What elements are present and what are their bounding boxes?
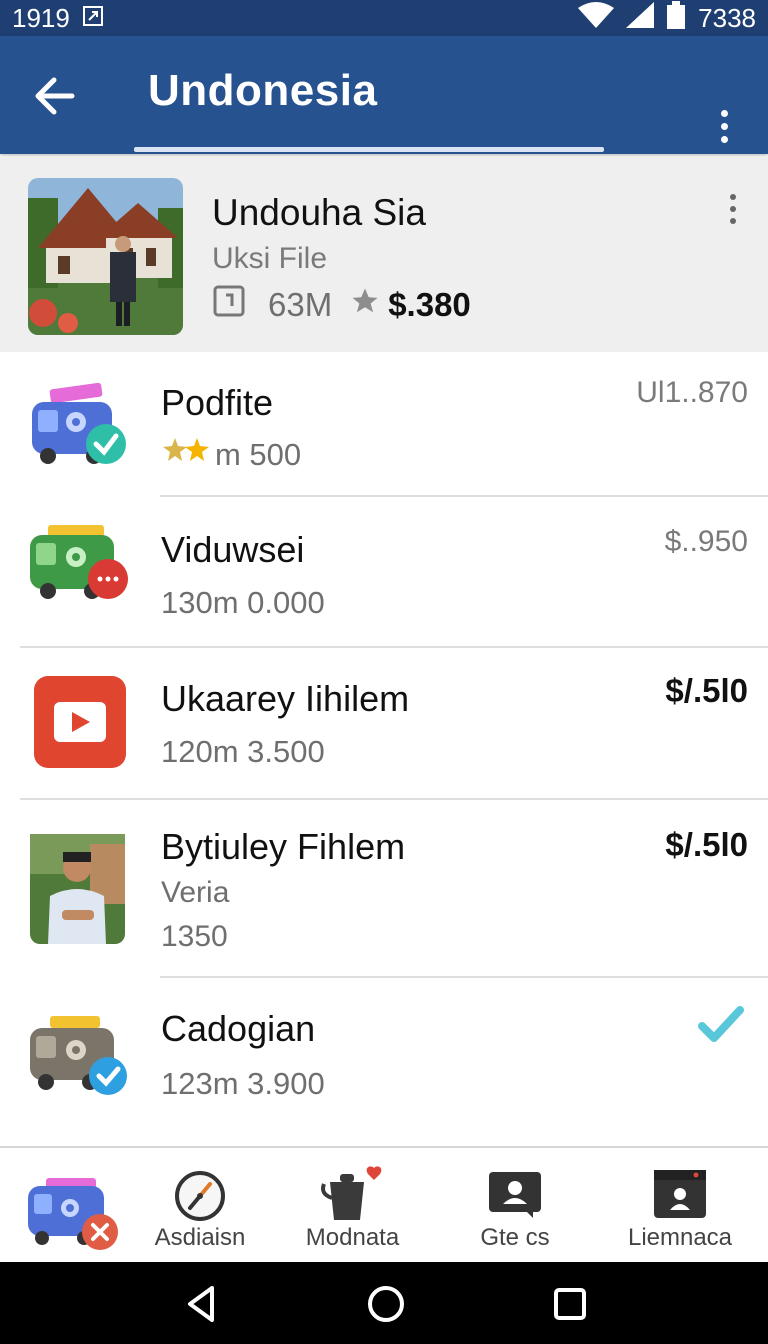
item-price: $/.5l0 [665,672,748,709]
bottom-nav: Asdiaisn Modnata Gte cs Liemnaca [0,1146,768,1262]
item-title: Bytiuley Fihlem [161,826,406,867]
square-recents-icon [554,1288,586,1320]
item-sub: 123m 3.900 [161,1066,325,1101]
featured-item[interactable]: Undouha Sia Uksi File 63M $.380 [0,156,768,352]
nav-label: Modnata [305,1224,400,1251]
item-sub: 120m 3.500 [161,734,325,769]
battery-text: 7338 [698,2,756,33]
list-item[interactable]: Bytiuley Fihlem Veria 1350 $/.5l0 [0,800,768,978]
list-item[interactable]: Cadogian 123m 3.900 [0,978,768,1146]
nav-item-apps[interactable] [20,1148,125,1262]
item-title: Viduwsei [161,529,305,570]
item-title: Ukaarey Iihilem [161,678,410,719]
triangle-back-icon [188,1286,214,1322]
system-home-button[interactable] [366,1284,406,1324]
featured-meta: 63M $.380 [212,284,471,326]
battery-icon [666,0,686,36]
list-item[interactable]: Ukaarey Iihilem 120m 3.500 $/.5l0 [0,648,768,800]
item-title: Podfite [161,382,274,423]
item-sub: m 500 [161,436,301,474]
nav-label: Asdiaisn [154,1224,246,1251]
arrow-left-icon [35,77,75,115]
bus-app-icon [28,521,128,612]
featured-size: 63M [268,286,333,323]
signal-icon [626,1,655,35]
item-sub-count: 1350 [161,920,228,953]
back-button[interactable] [30,72,80,122]
status-time: 1919 [12,2,70,33]
bus-app-icon [28,1014,128,1103]
play-video-icon [34,676,126,773]
star-icon [350,286,380,324]
item-price: Ul1..870 [636,376,748,409]
featured-more-button[interactable] [722,194,744,230]
list-item[interactable]: Podfite m 500 Ul1..870 [0,352,768,497]
bus-app-icon [28,382,128,475]
notification-icon [82,3,104,34]
item-price: $..950 [664,525,748,558]
file-icon [212,284,246,326]
teapot-heart-icon [321,1166,382,1220]
featured-title: Undouha Sia [212,192,426,233]
system-nav-bar [0,1262,768,1344]
system-back-button[interactable] [182,1284,222,1324]
page-title: Undonesia [148,66,378,115]
app-bar: Undonesia [0,36,768,154]
contact-card-icon [489,1172,541,1218]
nav-item-asdiaisn[interactable]: Asdiaisn [140,1148,260,1262]
item-title: Cadogian [161,1008,316,1049]
nav-item-modnata[interactable]: Modnata [290,1148,415,1262]
nav-item-liemnaca[interactable]: Liemnaca [618,1148,742,1262]
item-sub: Veria [161,876,230,909]
item-price: $/.5l0 [665,826,748,863]
status-bar: 1919 7338 [0,0,768,36]
person-thumbnail [30,834,125,949]
title-underline [134,147,604,152]
wifi-icon [578,1,615,35]
list-item[interactable]: Viduwsei 130m 0.000 $..950 [0,497,768,648]
compass-icon [175,1171,225,1221]
overflow-menu-button[interactable] [712,110,736,150]
featured-thumbnail [28,178,183,335]
featured-subtitle: Uksi File [212,242,328,275]
bus-error-icon [28,1178,118,1250]
system-recents-button[interactable] [550,1284,590,1324]
item-sub: 130m 0.000 [161,585,325,620]
featured-price: $.380 [388,286,471,323]
checkmark-icon [698,1004,744,1049]
nav-label: Liemnaca [627,1224,733,1251]
star-rating-icon [161,436,213,474]
nav-label: Gte cs [480,1224,550,1251]
profile-window-icon [654,1170,706,1218]
circle-home-icon [368,1286,404,1322]
nav-item-gtecs[interactable]: Gte cs [460,1148,570,1262]
